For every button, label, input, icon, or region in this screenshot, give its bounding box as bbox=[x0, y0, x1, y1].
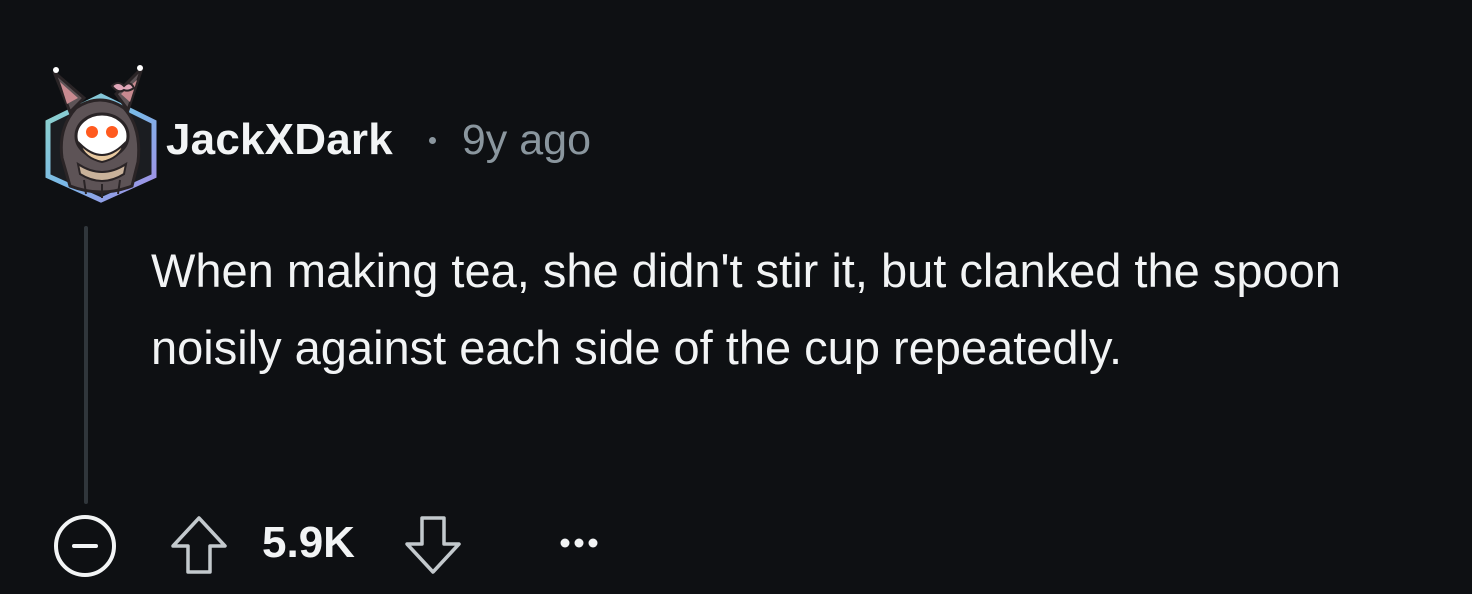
comment-header: JackXDark 9y ago bbox=[166, 110, 591, 170]
arrow-down-icon bbox=[405, 516, 461, 574]
more-options-button[interactable] bbox=[554, 528, 604, 558]
ellipsis-icon bbox=[560, 538, 598, 548]
comment-action-bar: 5.9K bbox=[0, 510, 1472, 582]
upvote-button[interactable] bbox=[168, 512, 230, 578]
arrow-up-icon bbox=[171, 516, 227, 574]
timestamp[interactable]: 9y ago bbox=[462, 116, 591, 165]
comment: JackXDark 9y ago When making tea, she di… bbox=[0, 0, 1472, 594]
separator-dot bbox=[428, 136, 436, 144]
collapse-button[interactable] bbox=[52, 513, 118, 579]
user-avatar[interactable] bbox=[40, 58, 162, 204]
thread-line[interactable] bbox=[84, 226, 88, 504]
username-link[interactable]: JackXDark bbox=[166, 115, 393, 165]
snoo-avatar-icon bbox=[45, 65, 157, 203]
minus-circle-icon bbox=[54, 515, 116, 577]
downvote-button[interactable] bbox=[402, 512, 464, 578]
comment-body: When making tea, she didn't stir it, but… bbox=[151, 244, 1341, 374]
vote-score: 5.9K bbox=[262, 518, 355, 567]
